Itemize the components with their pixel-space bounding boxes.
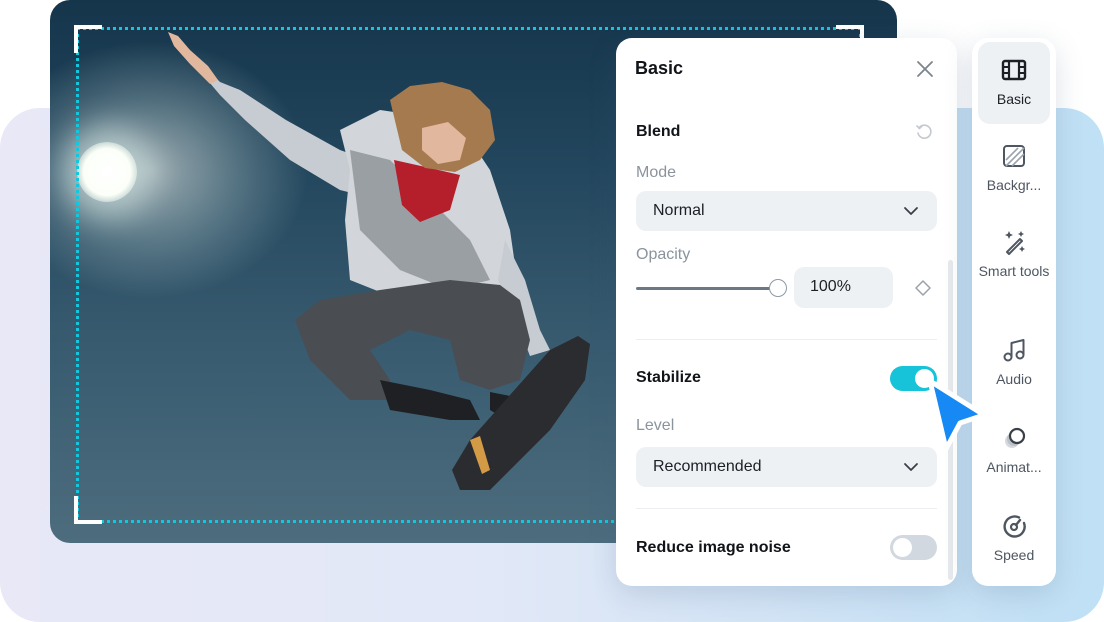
- panel-scrollbar[interactable]: [948, 260, 953, 580]
- music-note-icon: [1003, 339, 1025, 362]
- opacity-slider-thumb[interactable]: [769, 279, 787, 297]
- tool-background[interactable]: Backgr...: [978, 142, 1050, 194]
- properties-panel: Basic Blend Mode Normal Opacity 100% Sta…: [616, 38, 957, 586]
- tool-audio[interactable]: Audio: [978, 336, 1050, 388]
- tool-animation[interactable]: Animat...: [978, 424, 1050, 476]
- level-value: Recommended: [653, 458, 762, 475]
- mode-value: Normal: [653, 202, 705, 219]
- toggle-knob: [893, 538, 912, 557]
- chevron-down-icon: [904, 207, 918, 215]
- level-label: Level: [636, 417, 675, 434]
- speedometer-icon: [1003, 515, 1026, 538]
- magic-wand-icon: [1005, 231, 1025, 255]
- opacity-label: Opacity: [636, 246, 691, 263]
- tool-label: Animat...: [986, 459, 1042, 475]
- opacity-input[interactable]: 100%: [794, 267, 893, 308]
- tool-basic[interactable]: Basic: [978, 42, 1050, 124]
- opacity-value: 100%: [810, 278, 851, 295]
- chevron-down-icon: [904, 463, 918, 471]
- noise-title: Reduce image noise: [636, 539, 791, 556]
- divider: [636, 508, 937, 509]
- film-icon: [1001, 59, 1027, 81]
- background-icon: [1003, 145, 1025, 167]
- reduce-noise-toggle[interactable]: [890, 535, 937, 560]
- tool-label: Speed: [993, 547, 1035, 563]
- blend-title: Blend: [636, 123, 681, 140]
- crop-handle-bottom-left[interactable]: [74, 496, 102, 524]
- reset-icon: [916, 124, 932, 139]
- tool-label: Basic: [996, 91, 1032, 107]
- tool-smart-tools[interactable]: Smart tools: [978, 228, 1050, 280]
- mode-label: Mode: [636, 164, 677, 181]
- mode-select[interactable]: Normal: [636, 191, 937, 231]
- tool-label: Backgr...: [986, 177, 1042, 193]
- opacity-keyframe-button[interactable]: [914, 279, 932, 297]
- animation-icon: [1005, 427, 1026, 448]
- level-select[interactable]: Recommended: [636, 447, 937, 487]
- stabilize-toggle[interactable]: [890, 366, 937, 391]
- close-icon: [917, 61, 933, 77]
- tool-label: Smart tools: [978, 263, 1050, 279]
- diamond-keyframe-icon: [915, 280, 931, 296]
- close-button[interactable]: [914, 58, 936, 80]
- tool-speed[interactable]: Speed: [978, 512, 1050, 564]
- divider: [636, 339, 937, 340]
- opacity-slider-track: [636, 287, 778, 290]
- panel-title: Basic: [635, 58, 684, 78]
- tool-label: Audio: [996, 371, 1032, 387]
- crop-handle-top-left[interactable]: [74, 25, 102, 53]
- side-toolbar: Basic Backgr... Smart tools Audio Animat…: [972, 38, 1056, 586]
- blend-reset-button[interactable]: [914, 122, 934, 142]
- opacity-slider[interactable]: [636, 276, 788, 300]
- stabilize-title: Stabilize: [636, 369, 701, 386]
- toggle-knob: [915, 369, 934, 388]
